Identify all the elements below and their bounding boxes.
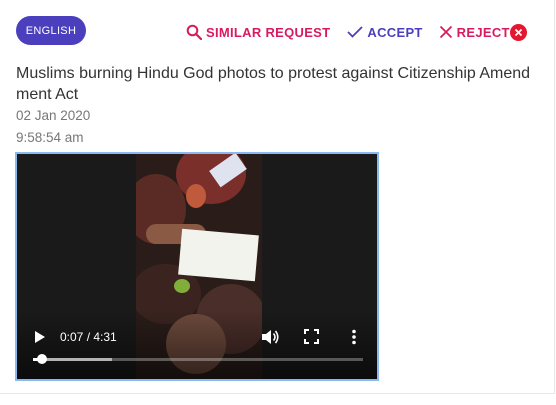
request-card: ENGLISH SIMILAR REQUEST ACCEPT REJECT Mu… <box>0 0 555 394</box>
more-vert-icon <box>352 329 356 345</box>
video-time: 0:07 / 4:31 <box>60 330 117 344</box>
close-button[interactable] <box>510 24 527 41</box>
progress-thumb[interactable] <box>36 354 47 364</box>
close-circle-icon <box>510 24 527 41</box>
volume-button[interactable] <box>261 328 279 351</box>
similar-request-button[interactable]: SIMILAR REQUEST <box>186 24 330 40</box>
more-options-button[interactable] <box>351 329 357 350</box>
similar-request-label: SIMILAR REQUEST <box>206 24 331 40</box>
play-button[interactable] <box>34 330 46 349</box>
fullscreen-button[interactable] <box>304 329 319 349</box>
reject-button[interactable]: REJECT <box>439 25 510 40</box>
search-icon <box>186 24 202 40</box>
video-player[interactable]: 0:07 / 4:31 <box>15 152 379 381</box>
volume-icon <box>262 330 279 344</box>
x-icon <box>439 25 452 39</box>
accept-label: ACCEPT <box>367 24 423 40</box>
checkmark-icon <box>347 26 364 38</box>
action-bar: SIMILAR REQUEST ACCEPT REJECT <box>186 22 510 42</box>
reject-label: REJECT <box>456 24 510 40</box>
language-badge[interactable]: ENGLISH <box>16 16 86 45</box>
play-icon <box>35 331 45 343</box>
post-date: 02 Jan 2020 <box>16 108 91 123</box>
post-time: 9:58:54 am <box>16 130 84 145</box>
post-title: Muslims burning Hindu God photos to prot… <box>16 65 531 103</box>
accept-button[interactable]: ACCEPT <box>347 25 422 40</box>
video-controls-overlay <box>17 309 377 379</box>
video-frame-photo <box>178 228 259 282</box>
fullscreen-icon <box>304 329 319 344</box>
progress-track[interactable] <box>33 354 363 364</box>
